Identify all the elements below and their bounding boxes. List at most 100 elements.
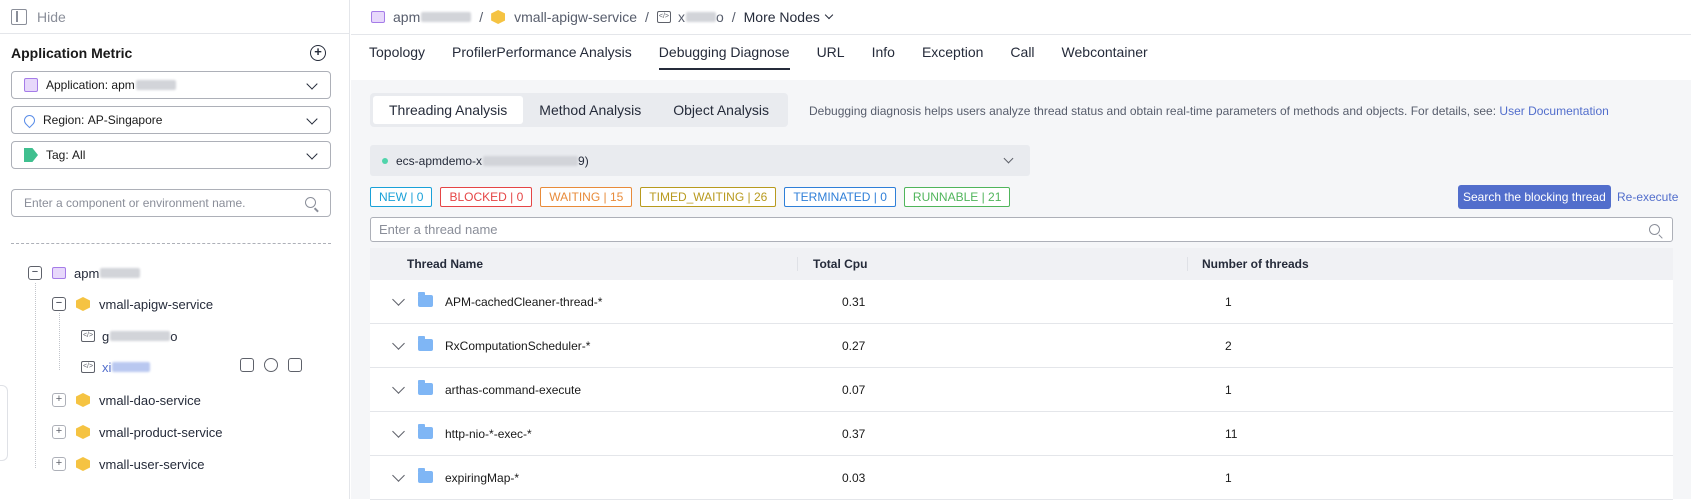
gear-icon[interactable]	[264, 358, 278, 372]
breadcrumb-separator: /	[645, 9, 649, 25]
tree-env1-tail: o	[170, 328, 178, 344]
region-select[interactable]: Region: AP-Singapore	[11, 106, 331, 134]
blurred-text	[112, 362, 151, 372]
search-blocking-thread-button[interactable]: Search the blocking thread	[1458, 185, 1611, 209]
state-filter-badge[interactable]: NEW | 0	[370, 187, 433, 207]
thread-name-cell: RxComputationScheduler-*	[445, 339, 591, 353]
thread-count-cell: 1	[1225, 471, 1232, 485]
chevron-down-icon[interactable]	[392, 469, 405, 482]
tree-service-label: vmall-user-service	[99, 456, 205, 472]
collapse-icon[interactable]: −	[52, 297, 66, 311]
chevron-down-icon[interactable]	[392, 381, 405, 394]
blurred-text	[483, 155, 579, 166]
chevron-down-icon[interactable]	[392, 337, 405, 350]
sidebar-toggle-icon	[11, 8, 27, 25]
description-text: Debugging diagnosis helps users analyze …	[809, 104, 1609, 118]
environment-icon: </>	[81, 361, 95, 373]
folder-icon	[418, 292, 433, 307]
thread-name-cell: http-nio-*-exec-*	[445, 427, 532, 441]
table-row[interactable]: arthas-command-execute 0.07 1	[370, 368, 1673, 412]
blurred-text	[110, 331, 171, 341]
column-divider	[1187, 257, 1188, 271]
main-tabs: Topology ProfilerPerformance Analysis De…	[369, 44, 1175, 70]
more-nodes-dropdown[interactable]: More Nodes	[744, 9, 820, 25]
tab-webcontainer[interactable]: Webcontainer	[1062, 44, 1148, 70]
table-row[interactable]: expiringMap-* 0.03 1	[370, 456, 1673, 500]
service-icon	[76, 457, 90, 471]
state-filter-badge[interactable]: TIMED_WAITING | 26	[640, 187, 777, 207]
search-icon[interactable]	[1649, 224, 1660, 235]
thread-search-input[interactable]: Enter a thread name	[370, 217, 1673, 242]
tab-url[interactable]: URL	[817, 44, 845, 70]
tab-call[interactable]: Call	[1010, 44, 1034, 70]
tab-debugging-diagnose[interactable]: Debugging Diagnose	[658, 44, 790, 70]
header-total-cpu[interactable]: Total Cpu	[813, 257, 867, 271]
header-number-of-threads[interactable]: Number of threads	[1202, 257, 1309, 271]
state-filter-badge[interactable]: RUNNABLE | 21	[903, 187, 1011, 207]
blurred-text	[100, 268, 141, 278]
subtab-method-analysis[interactable]: Method Analysis	[523, 96, 657, 124]
tag-label: Tag:	[46, 148, 69, 162]
expand-icon[interactable]: +	[52, 393, 66, 407]
breadcrumb-env-tail: o	[715, 9, 724, 25]
tab-exception[interactable]: Exception	[922, 44, 983, 70]
breadcrumb-app[interactable]: apm	[393, 9, 420, 25]
tree-node-service[interactable]: + vmall-user-service	[52, 454, 204, 474]
thread-state-filters: NEW | 0 BLOCKED | 0 WAITING | 15 TIMED_WAIT…	[370, 187, 1011, 207]
tab-info[interactable]: Info	[872, 44, 895, 70]
state-filter-badge[interactable]: BLOCKED | 0	[440, 187, 533, 207]
subtab-object-analysis[interactable]: Object Analysis	[657, 96, 785, 124]
table-row[interactable]: RxComputationScheduler-* 0.27 2	[370, 324, 1673, 368]
thread-name-cell: APM-cachedCleaner-thread-*	[445, 295, 603, 309]
state-filter-badge[interactable]: WAITING | 15	[540, 187, 633, 207]
chevron-down-icon[interactable]	[392, 293, 405, 306]
subtab-threading-analysis[interactable]: Threading Analysis	[373, 96, 524, 124]
tree-node-env-selected[interactable]: </> xi	[81, 357, 151, 377]
tab-profiler[interactable]: ProfilerPerformance Analysis	[452, 44, 632, 70]
tree-node-service[interactable]: + vmall-product-service	[52, 422, 223, 442]
hide-sidebar-button[interactable]: Hide	[0, 0, 350, 34]
analysis-subtabs: Threading Analysis Method Analysis Objec…	[370, 93, 788, 127]
tree-node-env[interactable]: </> g o	[81, 326, 177, 346]
expand-icon[interactable]: +	[52, 425, 66, 439]
service-icon	[76, 393, 90, 407]
column-divider	[797, 257, 798, 271]
environment-icon: </>	[81, 330, 95, 342]
divider	[351, 34, 1691, 35]
add-icon[interactable]: +	[310, 45, 326, 61]
instance-select[interactable]: ecs-apmdemo-x 9)	[370, 145, 1030, 176]
tree-node-service[interactable]: + vmall-dao-service	[52, 390, 201, 410]
application-select[interactable]: Application: apm	[11, 71, 331, 99]
service-icon	[76, 297, 90, 311]
content-area: Threading Analysis Method Analysis Objec…	[351, 80, 1691, 500]
application-icon	[371, 11, 385, 23]
application-label: Application:	[46, 78, 109, 92]
tree-node-service[interactable]: − vmall-apigw-service	[52, 294, 213, 314]
divider	[11, 243, 331, 244]
user-documentation-link[interactable]: User Documentation	[1499, 104, 1608, 118]
tag-icon	[24, 148, 38, 162]
tab-topology[interactable]: Topology	[369, 44, 425, 70]
chevron-down-icon[interactable]	[392, 425, 405, 438]
folder-icon	[418, 468, 433, 483]
tree-node-app[interactable]: − apm	[28, 263, 141, 283]
breadcrumb: apm / vmall-apigw-service / </> x o / Mor…	[371, 0, 834, 34]
search-icon[interactable]	[305, 197, 316, 208]
tag-select[interactable]: Tag: All	[11, 141, 331, 169]
re-execute-button[interactable]: Re-execute	[1617, 190, 1678, 204]
expand-icon[interactable]: +	[52, 457, 66, 471]
monitor-icon[interactable]	[240, 358, 254, 372]
breadcrumb-env[interactable]: x	[678, 9, 685, 25]
chevron-down-icon	[306, 148, 318, 160]
table-row[interactable]: APM-cachedCleaner-thread-* 0.31 1	[370, 280, 1673, 324]
panel-collapse-handle[interactable]	[0, 385, 8, 461]
header-thread-name[interactable]: Thread Name	[407, 257, 483, 271]
component-search-input[interactable]: Enter a component or environment name.	[11, 189, 331, 217]
total-cpu-cell: 0.27	[842, 339, 866, 353]
state-filter-badge[interactable]: TERMINATED | 0	[784, 187, 896, 207]
collapse-icon[interactable]: −	[28, 266, 42, 280]
trash-icon[interactable]	[288, 358, 302, 372]
breadcrumb-service[interactable]: vmall-apigw-service	[514, 9, 637, 25]
service-icon	[491, 10, 506, 24]
table-row[interactable]: http-nio-*-exec-* 0.37 11	[370, 412, 1673, 456]
